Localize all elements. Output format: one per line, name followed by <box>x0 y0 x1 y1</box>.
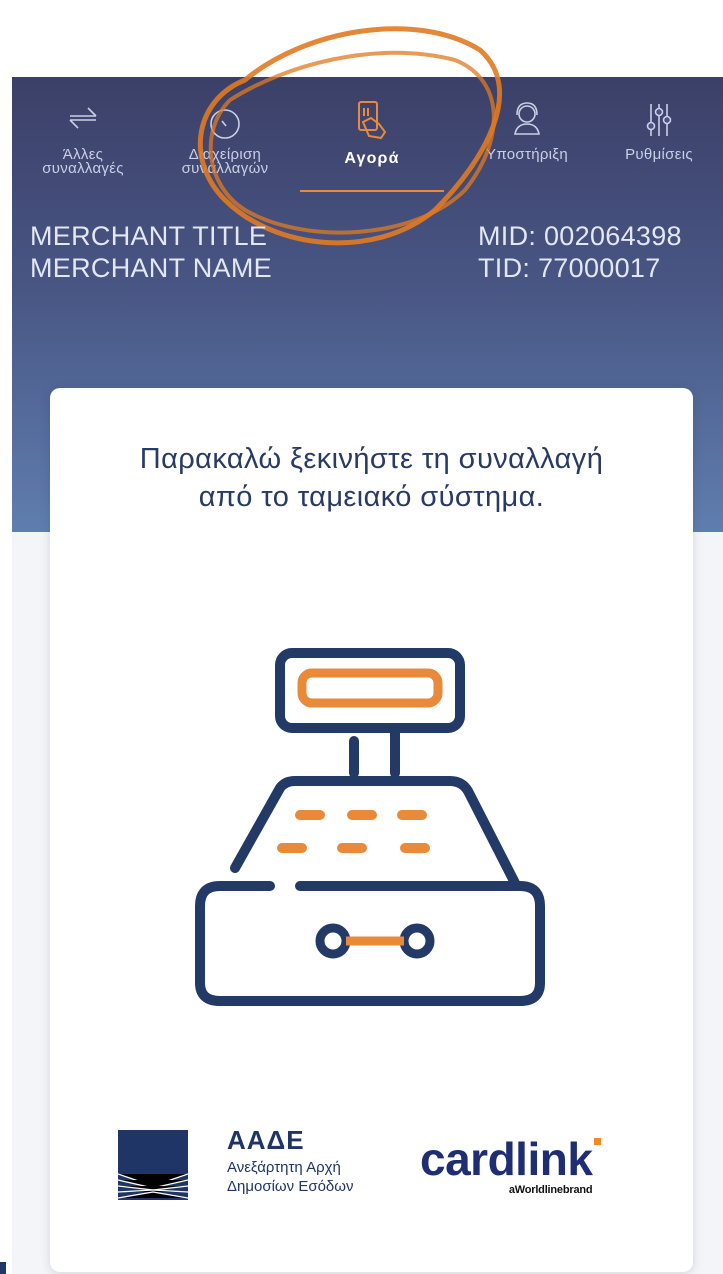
terminal-info: MID: 002064398 TID: 77000017 <box>478 220 682 284</box>
cash-register-icon <box>195 648 545 1006</box>
terminal-id: TID: 77000017 <box>478 253 661 283</box>
merchant-info: MERCHANT TITLE MERCHANT NAME <box>30 220 272 284</box>
aade-subtitle-line: Ανεξάρτητη Αρχή <box>227 1159 341 1176</box>
message-line: από το ταμειακό σύστημα. <box>198 481 545 513</box>
nav-active-indicator <box>300 190 444 192</box>
cardlink-wordmark: cardlink <box>420 1133 602 1185</box>
nav-transaction-management[interactable]: Διαχείριση συναλλαγών <box>165 100 285 195</box>
arrows-exchange-icon <box>69 107 97 129</box>
nav-label: Διαχείριση συναλλαγών <box>181 146 269 177</box>
message-line: Παρακαλώ ξεκινήστε τη συναλλαγή <box>139 443 604 475</box>
aade-logo-icon <box>118 1130 188 1200</box>
aade-logo: ΑΑΔΕ Ανεξάρτητη Αρχή Δημοσίων Εσόδων <box>227 1126 353 1196</box>
cardlink-text: cardlink <box>420 1133 593 1185</box>
instruction-message: Παρακαλώ ξεκινήστε τη συναλλαγή από το τ… <box>50 440 693 516</box>
corner-mark <box>0 1262 6 1274</box>
headset-support-icon <box>514 102 540 135</box>
cardlink-tagline: aWorldlinebrand <box>508 1184 593 1196</box>
aade-title: ΑΑΔΕ <box>227 1125 305 1155</box>
instruction-card: Παρακαλώ ξεκινήστε τη συναλλαγή από το τ… <box>50 388 693 1272</box>
merchant-id: MID: 002064398 <box>478 221 682 251</box>
cardlink-dot <box>594 1138 602 1145</box>
nav-label: Αγορά <box>344 150 400 167</box>
merchant-title: MERCHANT TITLE <box>30 221 268 251</box>
nav-other-transactions[interactable]: Άλλες συναλλαγές <box>28 100 138 195</box>
aade-subtitle: Ανεξάρτητη Αρχή Δημοσίων Εσόδων <box>227 1158 353 1196</box>
nav-settings[interactable]: Ρυθμίσεις <box>600 100 718 195</box>
nav-label: Υποστήριξη <box>486 146 568 163</box>
aade-subtitle-line: Δημοσίων Εσόδων <box>227 1178 354 1195</box>
sliders-icon <box>646 104 672 136</box>
card-hand-icon <box>358 101 387 140</box>
nav-purchase[interactable]: Αγορά <box>312 100 432 195</box>
nav-label: Άλλες συναλλαγές <box>42 146 124 177</box>
cardlink-logo: cardlink aWorldlinebrand <box>420 1133 602 1196</box>
clock-icon <box>210 109 240 139</box>
merchant-name: MERCHANT NAME <box>30 253 272 283</box>
nav-support[interactable]: Υποστήριξη <box>467 100 587 195</box>
nav-label: Ρυθμίσεις <box>625 146 693 163</box>
